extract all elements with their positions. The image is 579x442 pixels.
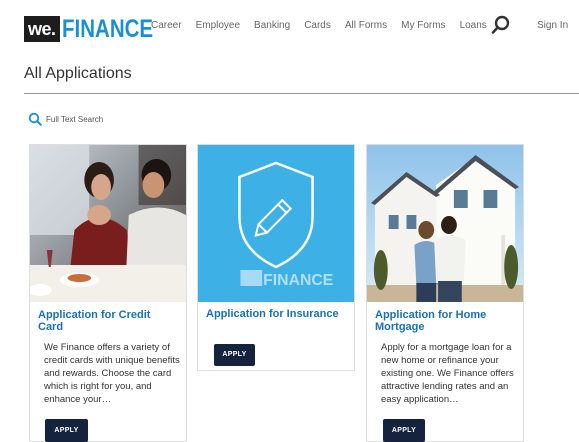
- search-icon: [28, 112, 42, 126]
- top-navigation: we. FINANCE Career Employee Banking Card…: [0, 0, 579, 54]
- couple-house-photo: [367, 145, 523, 302]
- nav-item-cards[interactable]: Cards: [304, 20, 331, 31]
- sign-in-link[interactable]: Sign In: [537, 20, 568, 31]
- card-home-mortgage[interactable]: Application for Home Mortgage Apply for …: [366, 144, 524, 442]
- title-divider: [24, 93, 579, 94]
- full-text-search[interactable]: Full Text Search: [28, 112, 103, 126]
- logo-finance: FINANCE: [61, 14, 153, 43]
- nav-menu: Career Employee Banking Cards All Forms …: [151, 20, 501, 31]
- apply-button[interactable]: APPLY: [383, 419, 425, 442]
- card-title[interactable]: Application for Credit Card: [38, 309, 178, 333]
- card-insurance[interactable]: FINANCE Application for Insurance APPLY: [197, 144, 355, 371]
- full-text-search-label: Full Text Search: [46, 114, 104, 124]
- image-logo-text: FINANCE: [263, 272, 333, 289]
- search-icon[interactable]: [491, 15, 511, 35]
- nav-item-my-forms[interactable]: My Forms: [401, 20, 445, 31]
- logo-we: we.: [24, 16, 60, 42]
- card-description: We Finance offers a variety of credit ca…: [44, 342, 180, 405]
- nav-item-all-forms[interactable]: All Forms: [345, 20, 387, 31]
- nav-item-banking[interactable]: Banking: [254, 20, 290, 31]
- nav-item-career[interactable]: Career: [151, 20, 182, 31]
- shield-pencil-illustration: FINANCE: [198, 145, 354, 302]
- couple-dining-photo: [30, 145, 186, 302]
- card-credit-card[interactable]: Application for Credit Card We Finance o…: [29, 144, 187, 442]
- apply-button[interactable]: APPLY: [45, 419, 88, 442]
- apply-button[interactable]: APPLY: [214, 344, 255, 366]
- card-description: Apply for a mortgage loan for a new home…: [381, 342, 514, 405]
- card-title[interactable]: Application for Insurance: [206, 308, 356, 320]
- card-title[interactable]: Application for Home Mortgage: [375, 309, 515, 333]
- nav-item-loans[interactable]: Loans: [460, 20, 487, 31]
- nav-item-employee[interactable]: Employee: [196, 20, 240, 31]
- page-title: All Applications: [24, 65, 132, 82]
